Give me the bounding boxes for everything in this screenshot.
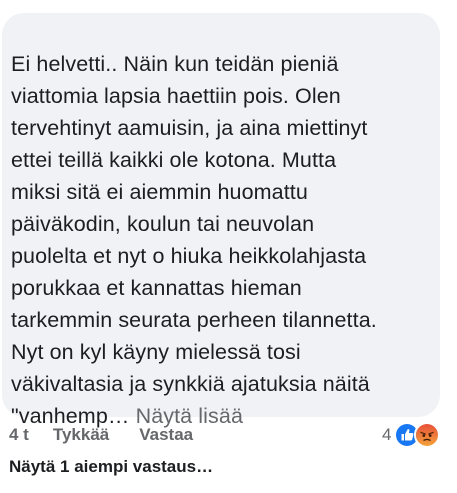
- comment-line: puolelta et nyt o hiuka heikkolahjasta: [11, 244, 367, 268]
- angry-reaction-icon: [414, 422, 441, 448]
- reply-button[interactable]: Vastaa: [139, 425, 193, 445]
- comment-line: tarkemmin seurata perheen tilannetta.: [11, 308, 377, 332]
- comment-line: Nyt on kyl käyny mielessä tosi: [11, 340, 301, 364]
- comment-line: väkivaltasia ja synkkiä ajatuksia näitä: [11, 372, 370, 396]
- comment-line: porukkaa et kannattas hieman: [11, 276, 302, 300]
- comment-line: tervehtinyt aamuisin, ja aina miettinyt: [11, 116, 368, 140]
- view-previous-replies-link[interactable]: Näytä 1 aiempi vastaus…: [9, 457, 213, 477]
- like-button[interactable]: Tykkää: [53, 425, 109, 445]
- comment-timestamp[interactable]: 4 t: [9, 425, 29, 445]
- comment-line: Ei helvetti.. Näin kun teidän pieniä: [11, 52, 339, 76]
- comment-line: miksi sitä ei aiemmin huomattu: [11, 180, 308, 204]
- comment-line: päiväkodin, koulun tai neuvolan: [11, 212, 315, 236]
- comment-line: viattomia lapsia haettiin pois. Olen: [11, 84, 341, 108]
- comment-actions: 4 t Tykkää Vastaa: [9, 421, 193, 449]
- comment-bubble: Ei helvetti.. Näin kun teidän pieniä via…: [2, 13, 440, 428]
- comment-line: ettei teillä kaikki ole kotona. Mutta: [11, 148, 337, 172]
- reaction-count: 4: [382, 425, 392, 444]
- reaction-summary[interactable]: 4: [382, 421, 441, 449]
